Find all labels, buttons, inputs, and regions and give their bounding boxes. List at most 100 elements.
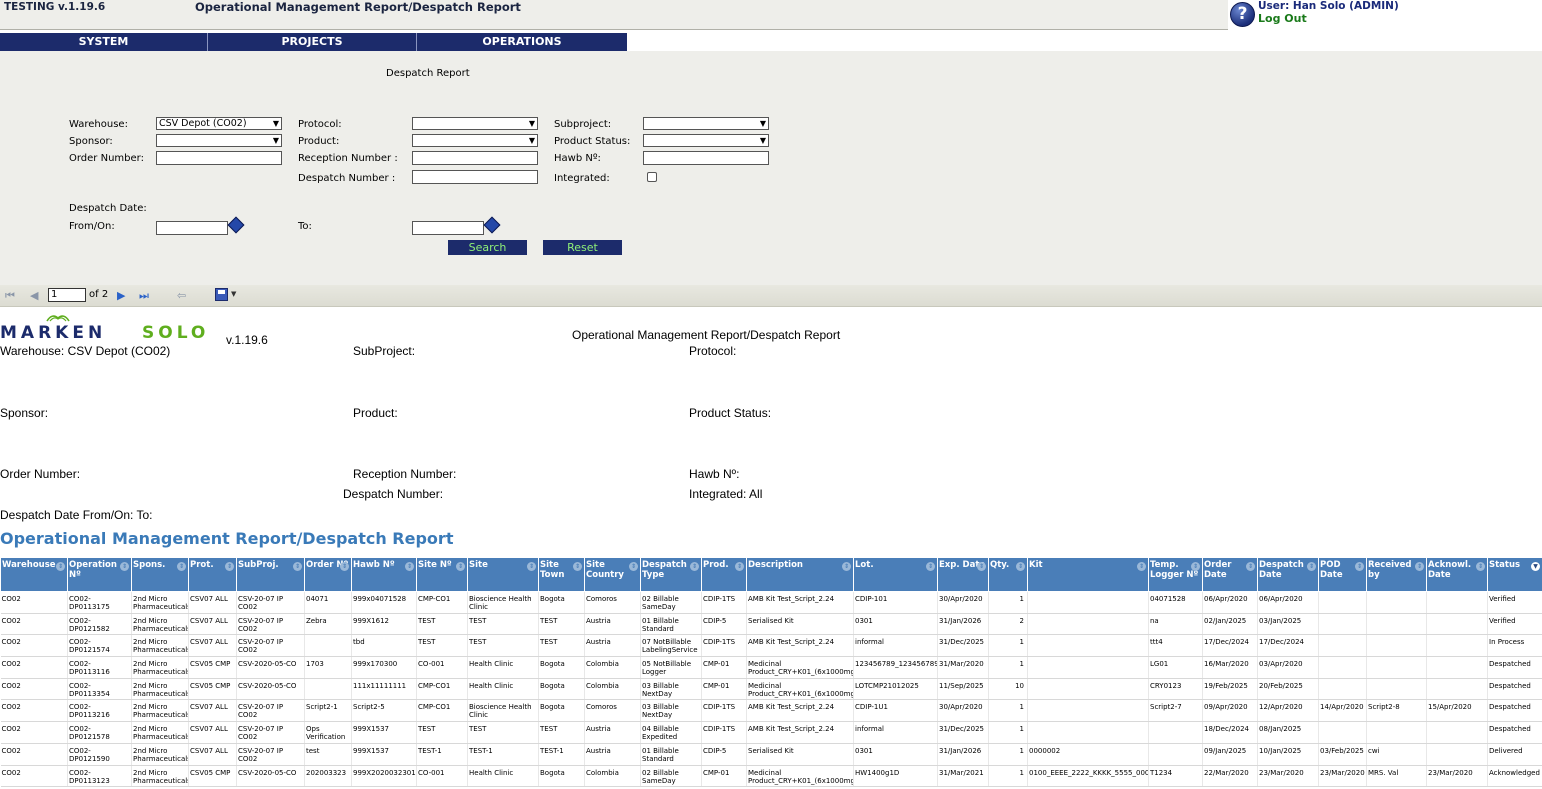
column-header[interactable]: Received by ⇕ xyxy=(1366,557,1427,592)
sort-icon[interactable]: ⇕ xyxy=(842,562,851,571)
column-header[interactable]: Site Nº ⇕ xyxy=(416,557,468,592)
sort-icon[interactable]: ⇕ xyxy=(1476,562,1485,571)
column-header[interactable]: Despatch Type ⇕ xyxy=(640,557,702,592)
report-subproject: SubProject: xyxy=(353,344,416,358)
column-header[interactable]: Site Country ⇕ xyxy=(584,557,641,592)
column-header[interactable]: Lot. ⇕ xyxy=(853,557,938,592)
table-cell: 17/Dec/2024 xyxy=(1202,634,1258,658)
table-row[interactable]: CO02 CO02-DP0121590 2nd Micro Pharmaceutic… xyxy=(0,743,1542,766)
first-page-icon[interactable]: ⏮ xyxy=(5,289,15,303)
table-cell: Colombia xyxy=(584,765,641,788)
table-row[interactable]: CO02 CO02-DP0121582 2nd Micro Pharmaceutic… xyxy=(0,613,1542,636)
sort-icon[interactable]: ⇕ xyxy=(1191,562,1200,571)
sort-icon[interactable]: ⇕ xyxy=(527,562,536,571)
column-header[interactable]: Qty. ⇕ xyxy=(988,557,1028,592)
sort-icon[interactable]: ⇕ xyxy=(1307,562,1316,571)
sort-icon[interactable]: ⇕ xyxy=(56,562,65,571)
column-header[interactable]: Status ▼ xyxy=(1487,557,1542,592)
despatch-number-input[interactable] xyxy=(412,170,538,184)
column-header[interactable]: Hawb Nº ⇕ xyxy=(351,557,417,592)
table-cell: CSV07 ALL xyxy=(188,699,237,723)
reset-button[interactable]: Reset xyxy=(543,240,622,255)
sort-icon[interactable]: ⇕ xyxy=(690,562,699,571)
sort-icon[interactable]: ⇕ xyxy=(977,562,986,571)
export-dropdown-icon[interactable]: ▼ xyxy=(231,290,236,298)
to-date-input[interactable] xyxy=(412,221,484,235)
column-header[interactable]: Site Town ⇕ xyxy=(538,557,585,592)
back-icon[interactable]: ⇦ xyxy=(177,289,186,302)
prev-page-icon[interactable]: ◀ xyxy=(30,289,38,302)
protocol-select[interactable]: ▼ xyxy=(412,117,538,130)
table-cell: 1 xyxy=(988,634,1028,658)
sort-icon[interactable]: ⇕ xyxy=(293,562,302,571)
column-header[interactable]: Temp. Logger Nº ⇕ xyxy=(1148,557,1203,592)
warehouse-select[interactable]: CSV Depot (CO02) ▼ xyxy=(156,117,282,130)
export-save-icon[interactable] xyxy=(215,288,228,301)
column-header[interactable]: Site ⇕ xyxy=(467,557,539,592)
table-row[interactable]: CO02 CO02-DP0121574 2nd Micro Pharmaceutic… xyxy=(0,634,1542,658)
next-page-icon[interactable]: ▶ xyxy=(117,289,125,302)
nav-operations[interactable]: OPERATIONS xyxy=(417,33,627,51)
nav-projects[interactable]: PROJECTS xyxy=(208,33,417,51)
column-header[interactable]: Warehouse ⇕ xyxy=(0,557,68,592)
sort-icon[interactable]: ⇕ xyxy=(629,562,638,571)
sort-icon[interactable]: ⇕ xyxy=(225,562,234,571)
column-header[interactable]: Prod. ⇕ xyxy=(701,557,747,592)
sort-icon[interactable]: ⇕ xyxy=(926,562,935,571)
table-row[interactable]: CO02 CO02-DP0113216 2nd Micro Pharmaceutic… xyxy=(0,699,1542,723)
hawb-input[interactable] xyxy=(643,151,769,165)
table-row[interactable]: CO02 CO02-DP0113354 2nd Micro Pharmaceutic… xyxy=(0,678,1542,701)
sort-icon[interactable]: ⇕ xyxy=(1415,562,1424,571)
table-cell xyxy=(1318,656,1367,679)
product-status-select[interactable]: ▼ xyxy=(643,134,769,147)
sort-icon[interactable]: ⇕ xyxy=(1355,562,1364,571)
sort-icon[interactable]: ⇕ xyxy=(120,562,129,571)
search-button[interactable]: Search xyxy=(448,240,527,255)
sort-icon[interactable]: ⇕ xyxy=(1016,562,1025,571)
sort-icon[interactable]: ⇕ xyxy=(1246,562,1255,571)
reception-number-input[interactable] xyxy=(412,151,538,165)
subproject-select[interactable]: ▼ xyxy=(643,117,769,130)
sort-icon[interactable]: ▼ xyxy=(1531,562,1540,571)
column-header[interactable]: Prot. ⇕ xyxy=(188,557,237,592)
calendar-icon[interactable] xyxy=(483,216,501,234)
column-header[interactable]: Order Date ⇕ xyxy=(1202,557,1258,592)
column-header[interactable]: POD Date ⇕ xyxy=(1318,557,1367,592)
table-row[interactable]: CO02 CO02-DP0113116 2nd Micro Pharmaceutic… xyxy=(0,656,1542,679)
table-cell: CO02-DP0113123 xyxy=(67,765,132,788)
table-row[interactable]: CO02 CO02-DP0113123 2nd Micro Pharmaceutic… xyxy=(0,765,1542,788)
table-cell: CDIP-1U1 xyxy=(853,699,938,723)
sort-icon[interactable]: ⇕ xyxy=(735,562,744,571)
column-header[interactable]: Exp. Date ⇕ xyxy=(937,557,989,592)
product-select[interactable]: ▼ xyxy=(412,134,538,147)
table-cell: 03/Jan/2025 xyxy=(1257,613,1319,636)
table-row[interactable]: CO02 CO02-DP0121578 2nd Micro Pharmaceutic… xyxy=(0,721,1542,744)
table-cell: Medicinal Product_CRY+K01_(6x1000mg) xyxy=(746,656,854,679)
column-header[interactable]: SubProj. ⇕ xyxy=(236,557,305,592)
sort-icon[interactable]: ⇕ xyxy=(573,562,582,571)
column-header[interactable]: Acknowl. Date ⇕ xyxy=(1426,557,1488,592)
column-header[interactable]: Despatch Date ⇕ xyxy=(1257,557,1319,592)
last-page-icon[interactable]: ⏭ xyxy=(139,289,149,303)
sponsor-select[interactable]: ▼ xyxy=(156,134,282,147)
column-header[interactable]: Operation Nº ⇕ xyxy=(67,557,132,592)
help-icon[interactable]: ? xyxy=(1230,2,1255,27)
sort-icon[interactable]: ⇕ xyxy=(456,562,465,571)
integrated-checkbox[interactable] xyxy=(647,172,657,182)
table-row[interactable]: CO02 CO02-DP0113175 2nd Micro Pharmaceutic… xyxy=(0,591,1542,614)
from-date-input[interactable] xyxy=(156,221,228,235)
logout-link[interactable]: Log Out xyxy=(1258,12,1307,25)
calendar-icon[interactable] xyxy=(227,216,245,234)
sort-icon[interactable]: ⇕ xyxy=(405,562,414,571)
column-header-label: Status xyxy=(1489,560,1521,570)
nav-system[interactable]: SYSTEM xyxy=(0,33,208,51)
order-number-input[interactable] xyxy=(156,151,282,165)
page-number-input[interactable]: 1 xyxy=(48,288,86,302)
sort-icon[interactable]: ⇕ xyxy=(177,562,186,571)
column-header[interactable]: Order Nº ⇕ xyxy=(304,557,352,592)
sort-icon[interactable]: ⇕ xyxy=(1137,562,1146,571)
column-header[interactable]: Spons. ⇕ xyxy=(131,557,189,592)
column-header[interactable]: Description ⇕ xyxy=(746,557,854,592)
column-header[interactable]: Kit ⇕ xyxy=(1027,557,1149,592)
sort-icon[interactable]: ⇕ xyxy=(340,562,349,571)
